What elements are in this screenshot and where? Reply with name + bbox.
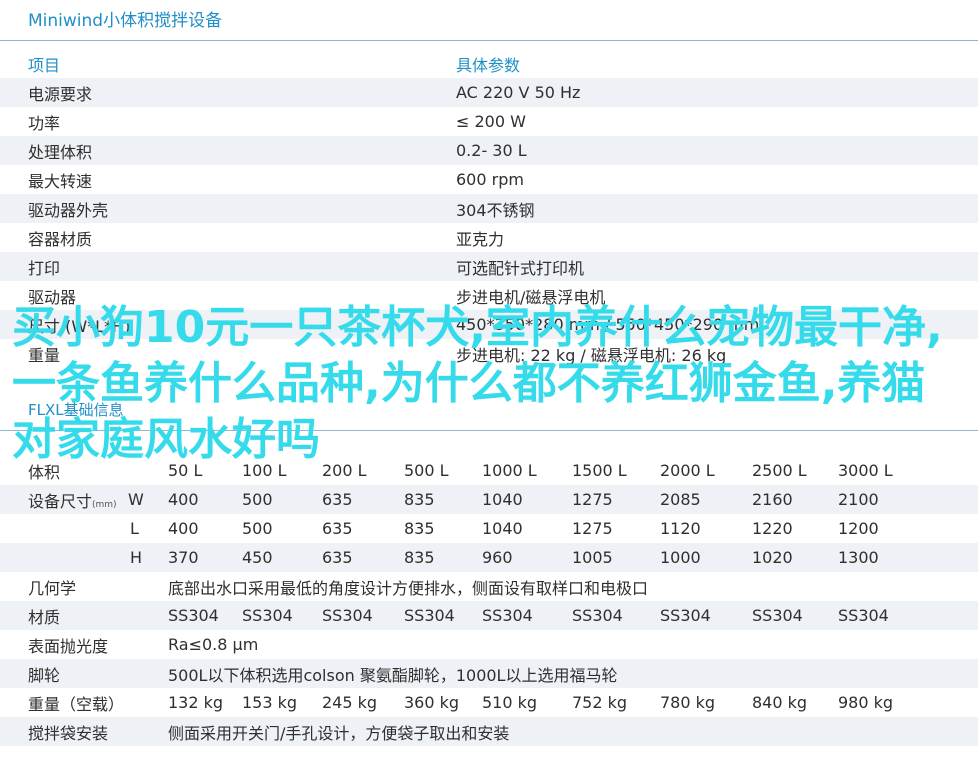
- row-label: 搅拌袋安装: [28, 723, 109, 743]
- page-title: Miniwind小体积搅拌设备: [28, 11, 223, 31]
- weight-cell: 510 kg: [482, 693, 538, 712]
- table-row: L 400 500 635 835 1040 1275 1120 1220 12…: [0, 514, 978, 543]
- row-label: 材质: [28, 607, 61, 627]
- row-label: 打印: [28, 258, 61, 278]
- row-value: Ra≤0.8 μm: [168, 635, 259, 654]
- material-cell: SS304: [404, 606, 455, 625]
- material-cell: SS304: [168, 606, 219, 625]
- table-row: 驱动器外壳 304不锈钢: [0, 194, 978, 223]
- size-label: 设备尺寸: [28, 491, 93, 511]
- material-cell: SS304: [242, 606, 293, 625]
- table-row: 打印 可选配针式打印机: [0, 252, 978, 281]
- row-label: 脚轮: [28, 665, 61, 685]
- weight-cell: 980 kg: [838, 693, 894, 712]
- size-unit: (mm): [92, 499, 117, 510]
- dim-cell: 635: [322, 490, 353, 509]
- spec-table-header: 项目 具体参数: [0, 49, 978, 78]
- dim-cell: 835: [404, 548, 435, 567]
- material-cell: SS304: [838, 606, 889, 625]
- row-value: 304不锈钢: [456, 200, 535, 220]
- dim-cell: 1220: [752, 519, 793, 538]
- dim-cell: 635: [322, 548, 353, 567]
- table-row: 搅拌袋安装 侧面采用开关门/手孔设计，方便袋子取出和安装: [0, 717, 978, 746]
- row-value: 600 rpm: [456, 170, 524, 189]
- dim-cell: 1300: [838, 548, 879, 567]
- dim-cell: 370: [168, 548, 199, 567]
- divider: [0, 40, 978, 41]
- weight-cell: 752 kg: [572, 693, 628, 712]
- dim-cell: 635: [322, 519, 353, 538]
- table-row: 容器材质 亚克力: [0, 223, 978, 252]
- weight-cell: 840 kg: [752, 693, 808, 712]
- row-label: 处理体积: [28, 142, 93, 162]
- weight-cell: 245 kg: [322, 693, 378, 712]
- dim-cell: 400: [168, 490, 199, 509]
- dim-label: W: [128, 490, 144, 509]
- row-label: 最大转速: [28, 171, 93, 191]
- table-row: 设备尺寸(mm) W 400 500 635 835 1040 1275 208…: [0, 485, 978, 514]
- dim-cell: 1200: [838, 519, 879, 538]
- row-label: 功率: [28, 113, 61, 133]
- row-label: 重量（空载）: [28, 694, 125, 714]
- dim-cell: 450: [242, 548, 273, 567]
- material-cell: SS304: [752, 606, 803, 625]
- row-label: 电源要求: [28, 84, 93, 104]
- dim-cell: 1005: [572, 548, 613, 567]
- dim-cell: 835: [404, 519, 435, 538]
- overlay-headline[interactable]: 买小狗10元一只茶杯犬,室内养什么宠物最干净,一条鱼养什么品种,为什么都不养红狮…: [12, 300, 962, 468]
- table-row: 材质 SS304 SS304 SS304 SS304 SS304 SS304 S…: [0, 601, 978, 630]
- table-row: 脚轮 500L以下体积选用colson 聚氨酯脚轮，1000L以上选用福马轮: [0, 659, 978, 688]
- dim-cell: 500: [242, 519, 273, 538]
- row-value: 500L以下体积选用colson 聚氨酯脚轮，1000L以上选用福马轮: [168, 665, 618, 685]
- row-value: 亚克力: [456, 229, 505, 249]
- dim-cell: 2160: [752, 490, 793, 509]
- table-row: 最大转速 600 rpm: [0, 165, 978, 194]
- weight-cell: 780 kg: [660, 693, 716, 712]
- dim-cell: 500: [242, 490, 273, 509]
- weight-cell: 153 kg: [242, 693, 298, 712]
- dim-label: L: [130, 519, 139, 538]
- dim-cell: 2100: [838, 490, 879, 509]
- flxl-table: 体积 50 L 100 L 200 L 500 L 1000 L 1500 L …: [0, 456, 978, 746]
- row-label: 表面抛光度: [28, 636, 109, 656]
- table-row: 重量（空载） 132 kg 153 kg 245 kg 360 kg 510 k…: [0, 688, 978, 717]
- dim-cell: 400: [168, 519, 199, 538]
- row-value: 底部出水口采用最低的角度设计方便排水，侧面设有取样口和电极口: [168, 578, 649, 598]
- dim-cell: 960: [482, 548, 513, 567]
- weight-cell: 360 kg: [404, 693, 460, 712]
- table-row: 功率 ≤ 200 W: [0, 107, 978, 136]
- table-row: 表面抛光度 Ra≤0.8 μm: [0, 630, 978, 659]
- dim-label: H: [130, 548, 143, 567]
- row-value: 侧面采用开关门/手孔设计，方便袋子取出和安装: [168, 723, 510, 743]
- table-row: H 370 450 635 835 960 1005 1000 1020 130…: [0, 543, 978, 572]
- table-row: 处理体积 0.2- 30 L: [0, 136, 978, 165]
- dim-cell: 835: [404, 490, 435, 509]
- material-cell: SS304: [322, 606, 373, 625]
- dim-cell: 1020: [752, 548, 793, 567]
- header-item: 项目: [28, 55, 61, 75]
- dim-cell: 1040: [482, 490, 523, 509]
- row-label: 几何学: [28, 578, 77, 598]
- material-cell: SS304: [572, 606, 623, 625]
- header-param: 具体参数: [456, 55, 521, 75]
- table-row: 电源要求 AC 220 V 50 Hz: [0, 78, 978, 107]
- material-cell: SS304: [482, 606, 533, 625]
- row-value: AC 220 V 50 Hz: [456, 83, 581, 102]
- dim-cell: 1120: [660, 519, 701, 538]
- row-value: ≤ 200 W: [456, 112, 526, 131]
- dim-cell: 2085: [660, 490, 701, 509]
- row-value: 可选配针式打印机: [456, 258, 585, 278]
- weight-cell: 132 kg: [168, 693, 224, 712]
- row-label: 设备尺寸(mm): [28, 488, 117, 512]
- dim-cell: 1040: [482, 519, 523, 538]
- dim-cell: 1275: [572, 490, 613, 509]
- dim-cell: 1000: [660, 548, 701, 567]
- row-label: 容器材质: [28, 229, 93, 249]
- row-value: 0.2- 30 L: [456, 141, 527, 160]
- table-row: 几何学 底部出水口采用最低的角度设计方便排水，侧面设有取样口和电极口: [0, 572, 978, 601]
- dim-cell: 1275: [572, 519, 613, 538]
- material-cell: SS304: [660, 606, 711, 625]
- row-label: 驱动器外壳: [28, 200, 109, 220]
